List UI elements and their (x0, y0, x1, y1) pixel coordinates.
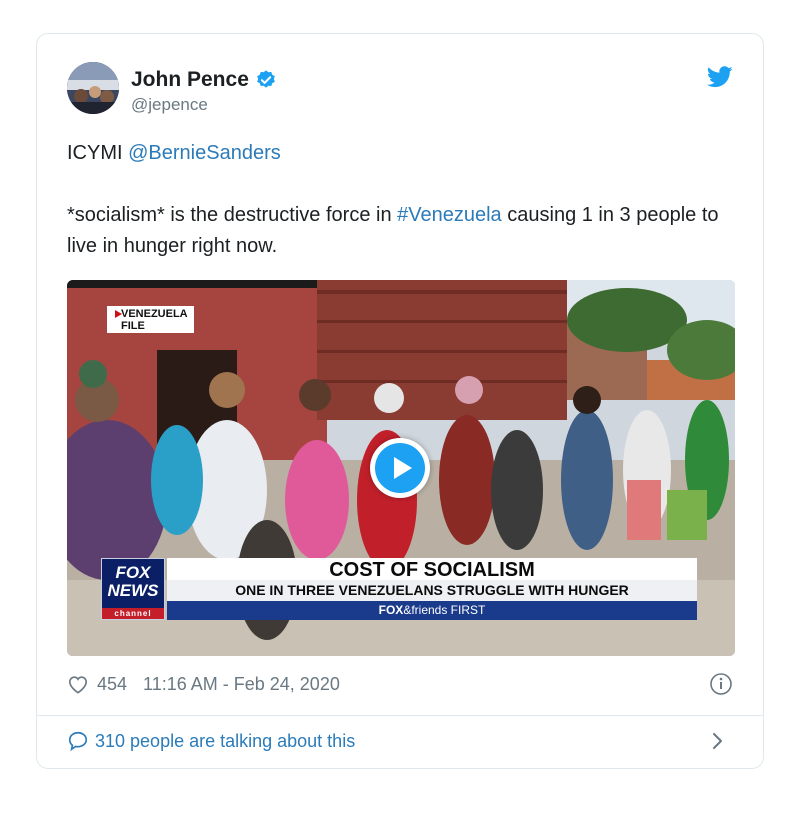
network-line2: NEWS (107, 581, 159, 600)
show-brand-rest: &friends FIRST (403, 603, 486, 617)
verified-badge-icon (255, 69, 277, 91)
tweet-header: John Pence @jepence (67, 62, 733, 118)
text-prefix: ICYMI (67, 142, 123, 164)
tweet-text-line2: *socialism* is the destructive force in … (67, 200, 747, 262)
tweet-text: ICYMI @BernieSanders *socialism* is the … (67, 138, 747, 293)
lower-third: COST OF SOCIALISM ONE IN THREE VENEZUELA… (167, 558, 697, 620)
author-names: John Pence @jepence (131, 68, 277, 115)
divider (37, 715, 763, 716)
twitter-bird-icon[interactable] (706, 66, 733, 88)
timestamp[interactable]: 11:16 AM - Feb 24, 2020 (143, 674, 340, 695)
network-line1: FOX (115, 563, 151, 582)
avatar[interactable] (67, 62, 119, 114)
play-button[interactable] (370, 438, 430, 498)
headline: COST OF SOCIALISM (167, 558, 697, 581)
comment-bubble-icon (67, 730, 89, 752)
network-line3: channel (102, 608, 164, 619)
fox-news-logo: FOX NEWS channel (101, 558, 165, 620)
author-handle[interactable]: @jepence (131, 95, 277, 115)
file-tag: VENEZUELA FILE (107, 306, 194, 333)
chevron-right-icon[interactable] (711, 730, 725, 752)
like-count[interactable]: 454 (97, 674, 127, 695)
tweet-card: John Pence @jepence ICYMI @BernieSanders… (36, 33, 764, 769)
tweet-meta: 454 11:16 AM - Feb 24, 2020 (67, 672, 733, 696)
file-tag-line2: FILE (121, 320, 145, 332)
red-triangle-icon (115, 310, 122, 318)
info-icon[interactable] (709, 672, 733, 696)
show-brand: FOX&friends FIRST (167, 601, 697, 620)
display-name[interactable]: John Pence (131, 68, 249, 92)
heart-icon[interactable] (67, 674, 89, 694)
hashtag-link[interactable]: #Venezuela (397, 204, 502, 226)
show-brand-fox: FOX (378, 603, 404, 617)
conversation-link[interactable]: 310 people are talking about this (67, 728, 733, 754)
video-thumbnail[interactable]: VENEZUELA FILE FOX NEWS channel COST OF … (67, 280, 735, 656)
play-icon (375, 443, 425, 493)
text-body-part1: *socialism* is the destructive force in (67, 204, 392, 226)
mention-link[interactable]: @BernieSanders (128, 142, 281, 164)
conversation-text: 310 people are talking about this (95, 730, 356, 751)
file-tag-line1: VENEZUELA (121, 308, 188, 320)
subheadline: ONE IN THREE VENEZUELANS STRUGGLE WITH H… (167, 580, 697, 601)
display-name-row: John Pence (131, 68, 277, 92)
tweet-text-line1: ICYMI @BernieSanders (67, 138, 747, 169)
